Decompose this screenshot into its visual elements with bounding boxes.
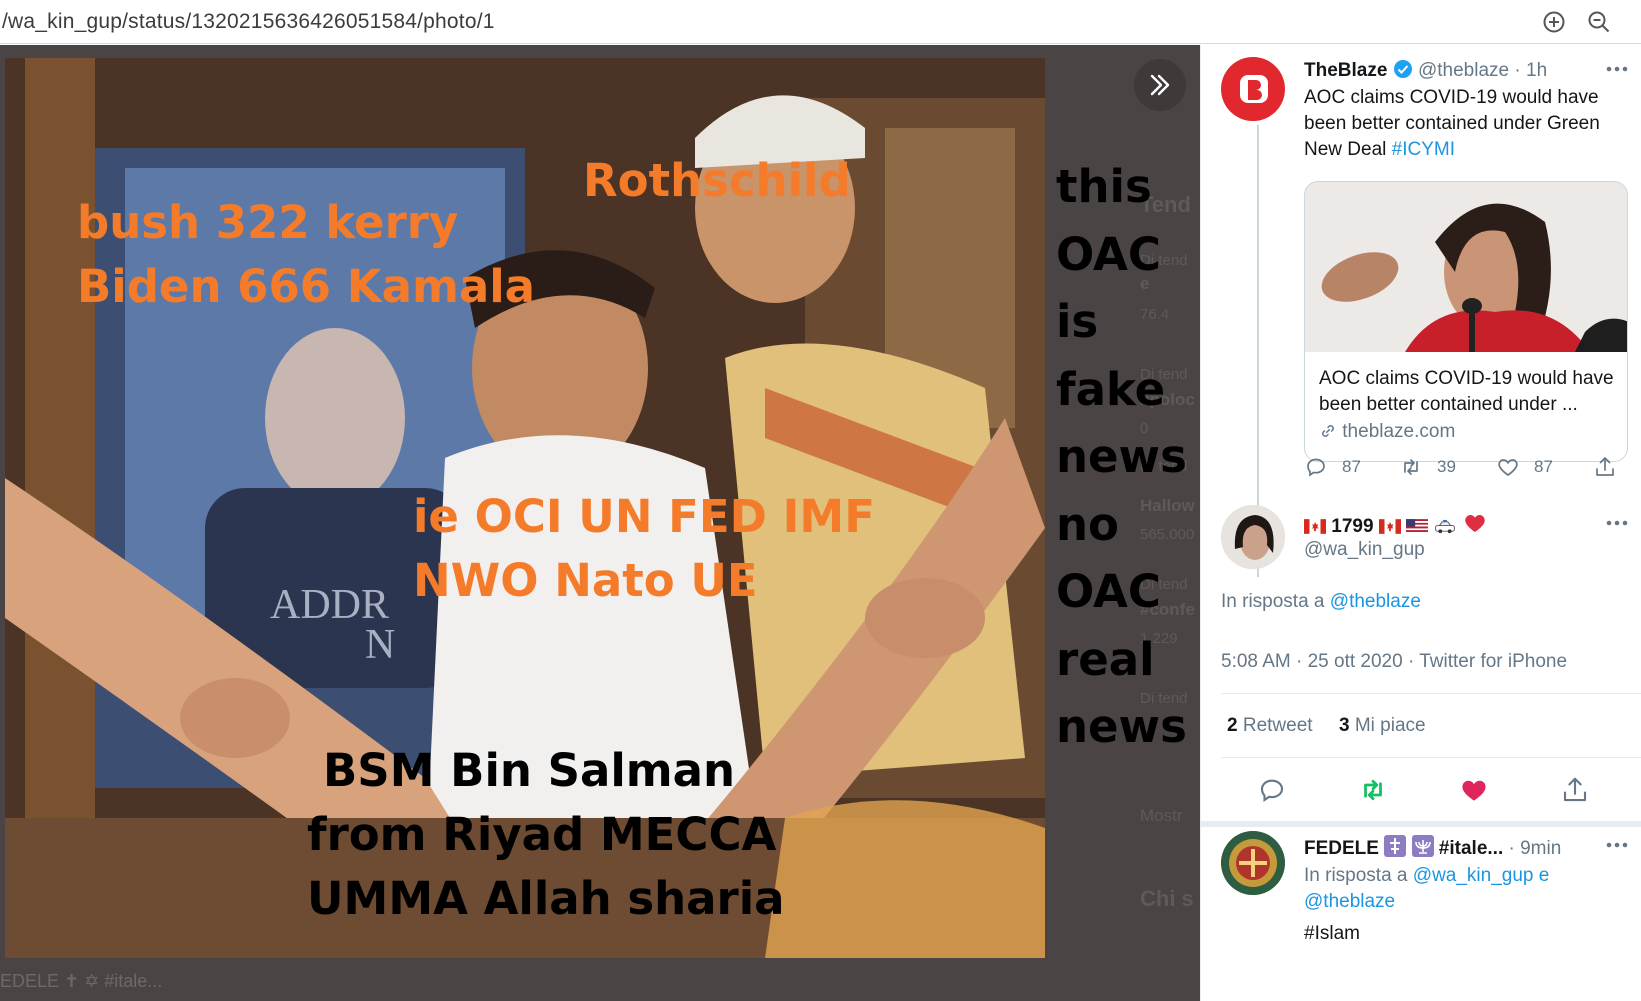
hashtag-link[interactable]: #Islam	[1304, 921, 1360, 947]
ghost-text: Chi s	[1140, 886, 1194, 911]
verified-badge-icon	[1393, 59, 1413, 85]
like-stat-label: Mi piace	[1354, 715, 1426, 736]
card-title: AOC claims COVID-19 would have been bett…	[1319, 368, 1614, 415]
caption-riyad: from Riyad MECCA	[307, 808, 777, 861]
us-flag-icon	[1406, 518, 1429, 540]
share-icon	[1596, 457, 1614, 476]
reply-to-link[interactable]: @wa_kin_gup	[1413, 865, 1534, 886]
side-word: OAC	[1056, 227, 1161, 281]
tweet2-header: 1799	[1304, 511, 1487, 541]
avatar-fedele[interactable]	[1221, 831, 1285, 895]
heart-emoji-icon	[1463, 511, 1487, 541]
canada-flag-icon	[1304, 518, 1326, 540]
card-image	[1305, 182, 1627, 352]
caption-oci-un: ie OCI UN FED IMF	[413, 490, 875, 543]
tweet-timestamp[interactable]: 5:08 AM · 25 ott 2020 · Twitter for iPho…	[1221, 651, 1567, 673]
card-domain-text: theblaze.com	[1342, 421, 1456, 442]
side-word: news	[1056, 430, 1187, 483]
reply-and: e	[1538, 865, 1550, 886]
hashtag-link[interactable]: #ICYMI	[1392, 139, 1455, 160]
caption-rothschild: Rothschild	[583, 154, 851, 207]
reply-action[interactable]: 87	[1304, 455, 1361, 479]
retweet-stat[interactable]: 2 Retweet	[1227, 715, 1313, 737]
reply-icon[interactable]	[1257, 775, 1287, 805]
author-name[interactable]: 1799	[1331, 516, 1373, 537]
side-word: is	[1056, 295, 1099, 348]
divider	[1221, 757, 1641, 758]
side-word: fake	[1056, 362, 1166, 416]
side-word: this	[1056, 160, 1152, 213]
share-action[interactable]	[1593, 455, 1631, 479]
like-stat[interactable]: 3 Mi piace	[1339, 715, 1426, 737]
heart-icon	[1498, 459, 1518, 477]
canada-flag-icon	[1378, 518, 1401, 540]
caption-biden-kamala: Biden 666 Kamala	[77, 260, 536, 313]
like-action[interactable]: 87	[1496, 455, 1553, 479]
tweet1-text: AOC claims COVID-19 would have been bett…	[1304, 85, 1624, 163]
plus-circle-icon[interactable]	[1541, 9, 1567, 35]
address-bar: /wa_kin_gup/status/1320215636426051584/p…	[0, 0, 1641, 44]
retweet-stat-label: Retweet	[1242, 715, 1313, 736]
author-name-hashtag[interactable]: #itale...	[1439, 838, 1503, 859]
expand-panel-button[interactable]	[1134, 59, 1186, 111]
zoom-out-icon[interactable]	[1586, 9, 1612, 35]
author-name[interactable]: TheBlaze	[1304, 60, 1387, 81]
retweet-stat-count: 2	[1227, 715, 1238, 736]
more-options-icon[interactable]	[1605, 519, 1629, 527]
double-chevron-right-icon	[1150, 74, 1170, 96]
side-word: real	[1056, 632, 1155, 686]
author-handle[interactable]: @wa_kin_gup	[1304, 539, 1425, 561]
author-name[interactable]: FEDELE	[1304, 838, 1379, 859]
avatar-wa-kin-gup[interactable]	[1221, 505, 1285, 569]
tweet3-header: FEDELE #itale... · 9min	[1304, 835, 1561, 863]
tweet-time[interactable]: · 9min	[1509, 838, 1562, 859]
media-viewer: Tend Di tend e 76.4 Di tend #poloc 0 Di …	[0, 45, 1200, 1001]
caption-nwo: NWO Nato UE	[413, 554, 758, 607]
sign-text: N	[365, 622, 395, 668]
avatar-theblaze[interactable]	[1221, 57, 1285, 121]
heart-filled-icon[interactable]	[1459, 775, 1489, 805]
reply-to-link[interactable]: @theblaze	[1330, 591, 1421, 612]
bottom-ghost-text: EDELE ✝ ✡ #itale...	[0, 971, 163, 991]
like-stat-count: 3	[1339, 715, 1350, 736]
reply-to-line: In risposta a @theblaze	[1221, 591, 1421, 613]
side-word: no	[1056, 497, 1119, 551]
url-text[interactable]: /wa_kin_gup/status/1320215636426051584/p…	[2, 10, 495, 34]
tweet-time[interactable]: · 1h	[1514, 60, 1547, 81]
share-icon[interactable]	[1560, 775, 1590, 805]
side-word: news	[1056, 700, 1187, 753]
link-icon	[1319, 422, 1337, 446]
retweet-action[interactable]: 39	[1399, 455, 1456, 479]
tweet-photo: ADDR N bush 322 kerry Biden 666 Kamala R…	[5, 58, 1045, 958]
reply-prefix: In risposta a	[1304, 865, 1408, 886]
tweet-panel: TheBlaze @theblaze · 1h AOC claims COVID…	[1200, 45, 1641, 1001]
author-handle[interactable]: @theblaze	[1418, 60, 1509, 81]
like-count: 87	[1534, 457, 1553, 476]
side-word: OAC	[1056, 565, 1161, 618]
tweet1-header: TheBlaze @theblaze · 1h	[1304, 59, 1547, 85]
section-divider	[1201, 821, 1641, 827]
retweet-count: 39	[1437, 457, 1456, 476]
side-caption: this OAC is fake news no OAC real news	[1056, 153, 1196, 761]
cross-icon	[1384, 835, 1407, 863]
caption-bsm: BSM Bin Salman	[323, 744, 736, 797]
retweet-icon[interactable]	[1358, 775, 1388, 805]
retweet-icon	[1404, 459, 1418, 475]
card-domain: theblaze.com	[1319, 421, 1455, 446]
ghost-text: Mostr	[1140, 806, 1183, 825]
more-options-icon[interactable]	[1605, 841, 1629, 849]
tweet3-reply-to: In risposta a @wa_kin_gup e @theblaze	[1304, 863, 1624, 915]
reply-icon	[1307, 458, 1325, 477]
caption-umma: UMMA Allah sharia	[307, 872, 785, 925]
menorah-icon	[1411, 835, 1434, 863]
link-card[interactable]: AOC claims COVID-19 would have been bett…	[1304, 181, 1628, 462]
reply-count: 87	[1342, 457, 1361, 476]
divider	[1221, 693, 1641, 694]
reply-to-link[interactable]: @theblaze	[1304, 891, 1395, 912]
caption-bush-kerry: bush 322 kerry	[77, 196, 459, 249]
theblaze-logo-icon	[1240, 75, 1268, 103]
reply-prefix: In risposta a	[1221, 591, 1325, 612]
police-car-icon	[1433, 518, 1457, 540]
more-options-icon[interactable]	[1605, 65, 1629, 73]
